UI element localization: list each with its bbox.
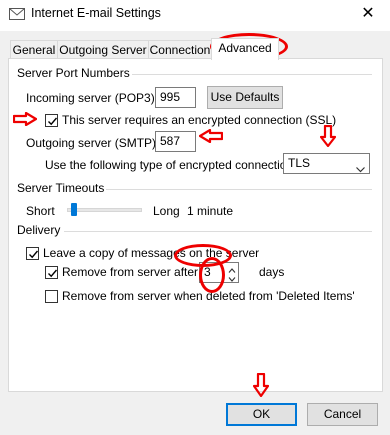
spin-up-icon[interactable]: [226, 264, 238, 273]
timeout-slider-thumb[interactable]: [71, 203, 77, 216]
spin-down-icon[interactable]: [226, 273, 238, 282]
group-divider: [64, 231, 372, 232]
remove-after-checkbox[interactable]: [45, 266, 58, 279]
encryption-type-select[interactable]: TLS: [283, 153, 370, 174]
days-label: days: [259, 265, 285, 279]
timeout-short-label: Short: [26, 204, 55, 218]
close-icon[interactable]: ✕: [356, 3, 380, 25]
leave-copy-checkbox[interactable]: [26, 247, 39, 260]
ok-button[interactable]: OK: [226, 403, 297, 426]
annotation-arrow-left-icon: [198, 128, 224, 146]
group-label-delivery: Delivery: [15, 223, 63, 237]
timeout-value-label: 1 minute: [187, 204, 234, 218]
annotation-arrow-down-icon: [319, 124, 337, 150]
annotation-ellipse-days: [199, 257, 225, 293]
envelope-icon: [9, 8, 25, 20]
tab-outgoing-server[interactable]: Outgoing Server: [57, 40, 149, 59]
incoming-port-input[interactable]: 995: [155, 87, 196, 108]
chevron-down-icon: [356, 160, 365, 179]
tab-connection[interactable]: Connection: [148, 40, 212, 59]
outgoing-port-input[interactable]: 587: [155, 131, 196, 152]
timeout-long-label: Long: [153, 204, 180, 218]
outgoing-server-label: Outgoing server (SMTP):: [26, 136, 160, 150]
group-label-server-timeouts: Server Timeouts: [15, 181, 107, 195]
group-label-server-ports: Server Port Numbers: [15, 66, 132, 80]
remove-after-label: Remove from server after: [62, 265, 199, 279]
encryption-type-value: TLS: [288, 156, 311, 170]
remove-deleted-checkbox[interactable]: [45, 290, 58, 303]
use-defaults-button[interactable]: Use Defaults: [207, 86, 283, 109]
cancel-button[interactable]: Cancel: [307, 403, 378, 426]
encryption-type-label: Use the following type of encrypted conn…: [45, 158, 297, 172]
window-title: Internet E-mail Settings: [31, 6, 161, 20]
incoming-server-label: Incoming server (POP3):: [26, 91, 159, 105]
annotation-arrow-right-icon: [12, 111, 38, 129]
tab-panel-advanced: [8, 58, 383, 392]
tab-advanced[interactable]: Advanced: [211, 38, 279, 60]
ssl-checkbox[interactable]: [45, 114, 58, 127]
timeout-slider-track[interactable]: [67, 208, 142, 212]
group-divider: [120, 74, 372, 75]
tab-general[interactable]: General: [10, 40, 58, 59]
group-divider: [98, 189, 372, 190]
ssl-label: This server requires an encrypted connec…: [62, 113, 337, 127]
annotation-arrow-down-icon: [252, 372, 270, 400]
